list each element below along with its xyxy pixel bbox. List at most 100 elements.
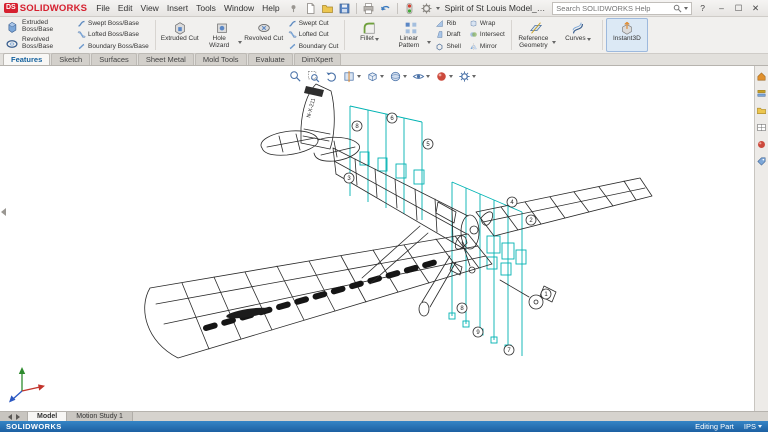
chevron-down-icon[interactable] bbox=[436, 7, 440, 10]
rebuild-icon[interactable] bbox=[402, 1, 417, 15]
units-selector[interactable]: IPS bbox=[744, 422, 762, 431]
ribbon-button-wrap[interactable]: Wrap bbox=[466, 18, 508, 29]
menu-window[interactable]: Window bbox=[220, 2, 258, 14]
ribbon-button-mirror[interactable]: Mirror bbox=[466, 41, 508, 52]
editing-mode-label: Editing Part bbox=[695, 422, 734, 431]
file-explorer-icon[interactable] bbox=[756, 104, 768, 116]
section-view-icon[interactable] bbox=[341, 69, 363, 83]
ribbon-button-rib[interactable]: Rib bbox=[432, 18, 463, 29]
solidworks-window: DS SOLIDWORKS File Edit View Insert Tool… bbox=[0, 0, 768, 432]
tab-dimxpert[interactable]: DimXpert bbox=[294, 53, 341, 65]
menu-edit[interactable]: Edit bbox=[114, 2, 137, 14]
view-orientation-icon[interactable] bbox=[364, 69, 386, 83]
chevron-down-icon[interactable] bbox=[403, 75, 407, 78]
ribbon-button-revolved-cut[interactable]: Revolved Cut bbox=[243, 18, 285, 52]
maximize-button[interactable]: ☐ bbox=[730, 1, 747, 16]
tab-mold-tools[interactable]: Mold Tools bbox=[195, 53, 247, 65]
ribbon-button-curves[interactable]: Curves bbox=[557, 18, 599, 52]
ribbon-button-linear-pattern[interactable]: Linear Pattern bbox=[390, 18, 432, 52]
chevron-up-icon[interactable] bbox=[758, 425, 762, 428]
callout-balloons[interactable]: 8 6 5 3 4 2 8 9 7 1 bbox=[344, 113, 551, 355]
featuremanager-collapse-arrow[interactable] bbox=[1, 208, 6, 216]
previous-view-icon[interactable] bbox=[323, 69, 340, 83]
graphics-area[interactable]: N-X-211 8 6 5 3 4 2 8 9 7 1 bbox=[0, 66, 768, 411]
chevron-down-icon[interactable] bbox=[426, 75, 430, 78]
ribbon-button-boundary-cut[interactable]: Boundary Cut bbox=[285, 41, 342, 52]
tab-sheet-metal[interactable]: Sheet Metal bbox=[138, 53, 194, 65]
tab-scroll-buttons[interactable] bbox=[0, 412, 28, 421]
search-input[interactable] bbox=[556, 4, 671, 13]
tab-surfaces[interactable]: Surfaces bbox=[91, 53, 137, 65]
scroll-right-icon[interactable] bbox=[16, 414, 20, 420]
ribbon-button-hole-wizard[interactable]: Hole Wizard bbox=[201, 18, 243, 52]
ribbon-button-boundary-boss[interactable]: Boundary Boss/Base bbox=[74, 41, 152, 52]
ribbon-button-extruded-cut[interactable]: Extruded Cut bbox=[159, 18, 201, 52]
design-library-icon[interactable] bbox=[756, 87, 768, 99]
chevron-down-icon[interactable] bbox=[380, 75, 384, 78]
tab-motion-study-1[interactable]: Motion Study 1 bbox=[67, 412, 133, 421]
open-icon[interactable] bbox=[320, 1, 335, 15]
menu-view[interactable]: View bbox=[137, 2, 163, 14]
right-wing[interactable] bbox=[476, 178, 652, 236]
title-bar: DS SOLIDWORKS File Edit View Insert Tool… bbox=[0, 0, 768, 17]
zoom-to-fit-icon[interactable] bbox=[287, 69, 304, 83]
left-wing[interactable] bbox=[145, 234, 492, 358]
save-icon[interactable] bbox=[337, 1, 352, 15]
zoom-to-area-icon[interactable] bbox=[305, 69, 322, 83]
callout: 4 bbox=[507, 197, 517, 207]
shell-icon bbox=[435, 42, 444, 51]
new-document-icon[interactable] bbox=[303, 1, 318, 15]
menu-insert[interactable]: Insert bbox=[163, 2, 192, 14]
view-settings-icon[interactable] bbox=[456, 69, 478, 83]
hide-show-items-icon[interactable] bbox=[410, 69, 432, 83]
chevron-down-icon[interactable] bbox=[357, 75, 361, 78]
chevron-down-icon[interactable] bbox=[449, 75, 453, 78]
ribbon-button-fillet[interactable]: Fillet bbox=[348, 18, 390, 52]
custom-properties-icon[interactable] bbox=[756, 155, 768, 167]
ribbon-button-extruded-boss[interactable]: Extruded Boss/Base bbox=[2, 19, 74, 35]
view-palette-icon[interactable] bbox=[756, 121, 768, 133]
hole-wizard-icon bbox=[214, 20, 230, 36]
model-drawing[interactable]: N-X-211 8 6 5 3 4 2 8 9 7 1 bbox=[0, 66, 754, 411]
chevron-down-icon[interactable] bbox=[684, 7, 688, 10]
solidworks-resources-icon[interactable] bbox=[756, 70, 768, 82]
ribbon-button-lofted-cut[interactable]: Lofted Cut bbox=[285, 29, 342, 40]
ribbon-button-reference-geometry[interactable]: Reference Geometry bbox=[515, 18, 557, 52]
ribbon-button-shell[interactable]: Shell bbox=[432, 41, 463, 52]
edit-appearance-icon[interactable] bbox=[433, 69, 455, 83]
fuselage[interactable] bbox=[333, 148, 468, 250]
print-icon[interactable] bbox=[361, 1, 376, 15]
ribbon-button-swept-cut[interactable]: Swept Cut bbox=[285, 18, 342, 29]
scroll-left-icon[interactable] bbox=[8, 414, 12, 420]
tab-evaluate[interactable]: Evaluate bbox=[248, 53, 293, 65]
menu-tools[interactable]: Tools bbox=[192, 2, 220, 14]
ribbon-button-swept-boss[interactable]: Swept Boss/Base bbox=[74, 18, 152, 29]
horizontal-stabilizer[interactable] bbox=[261, 131, 360, 161]
ribbon-button-intersect[interactable]: Intersect bbox=[466, 29, 508, 40]
menu-help[interactable]: Help bbox=[258, 2, 283, 14]
help-icon[interactable]: ? bbox=[697, 3, 708, 13]
options-gear-icon[interactable] bbox=[419, 1, 434, 15]
undo-icon[interactable] bbox=[378, 1, 393, 15]
appearances-icon[interactable] bbox=[756, 138, 768, 150]
search-icon[interactable] bbox=[673, 4, 682, 13]
minimize-button[interactable]: – bbox=[713, 1, 730, 16]
close-button[interactable]: ✕ bbox=[747, 1, 764, 16]
swept-cut-icon bbox=[288, 19, 297, 28]
ribbon-separator bbox=[602, 20, 603, 50]
pin-menu-icon[interactable] bbox=[289, 4, 298, 13]
menu-file[interactable]: File bbox=[92, 2, 114, 14]
display-style-icon[interactable] bbox=[387, 69, 409, 83]
draft-icon bbox=[435, 30, 444, 39]
airframe-linework[interactable]: N-X-211 bbox=[145, 84, 652, 358]
chevron-down-icon[interactable] bbox=[472, 75, 476, 78]
help-search-box[interactable] bbox=[552, 2, 692, 15]
ribbon-button-revolved-boss[interactable]: Revolved Boss/Base bbox=[2, 36, 74, 52]
tab-features[interactable]: Features bbox=[3, 53, 50, 65]
ribbon-button-instant3d[interactable]: Instant3D bbox=[606, 18, 648, 52]
ribbon-button-draft[interactable]: Draft bbox=[432, 29, 463, 40]
tab-model[interactable]: Model bbox=[28, 412, 67, 421]
construction-geometry[interactable] bbox=[350, 106, 526, 356]
ribbon-button-lofted-boss[interactable]: Lofted Boss/Base bbox=[74, 29, 152, 40]
tab-sketch[interactable]: Sketch bbox=[51, 53, 90, 65]
